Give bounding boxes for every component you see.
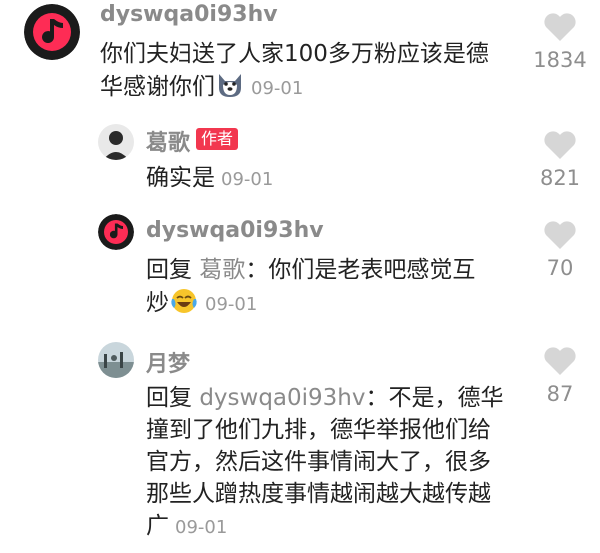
like-count: 821 [539, 166, 581, 190]
avatar[interactable] [98, 214, 134, 250]
comment-username[interactable]: dyswqa0i93hv [146, 218, 324, 243]
comment-text-fragment: 确实是 [146, 165, 215, 191]
person-photo-icon [98, 124, 134, 160]
comment-text-fragment: ：你们是老表吧感觉互 [245, 257, 476, 283]
comment-text-line: 撞到了他们九排，德华举报他们给 [146, 417, 491, 443]
comment-text: 确实是 09-01 [146, 162, 273, 196]
comment-text-line: 官方，然后这件事情闹大了，很多 [146, 449, 491, 475]
comment-text-line: 炒 09-01 [146, 286, 475, 321]
avatar[interactable] [24, 4, 80, 60]
like-button[interactable]: 70 [530, 220, 590, 280]
reply-prefix: 回复 [146, 385, 200, 411]
comment-date: 09-01 [251, 78, 304, 99]
like-button[interactable]: 87 [530, 346, 590, 406]
comment-text-line: 确实是 09-01 [146, 162, 273, 196]
comment-text-fragment: 炒 [146, 290, 169, 316]
comment-item: 葛歌 作者 确实是 09-01 821 [0, 118, 600, 198]
reply-prefix: 回复 [146, 257, 200, 283]
comment-text-fragment: 广 [146, 513, 169, 539]
comment-date: 09-01 [175, 517, 228, 538]
comment-text: 你们夫妇送了人家100多万粉应该是德 华感谢你们 09-01 [100, 38, 489, 105]
reply-mention[interactable]: dyswqa0i93hv [199, 385, 365, 411]
comment-username[interactable]: 葛歌 [146, 125, 190, 157]
avatar[interactable] [98, 342, 134, 378]
music-note-icon [98, 214, 134, 250]
heart-icon [544, 221, 576, 249]
reply-mention[interactable]: 葛歌 [199, 257, 245, 283]
comment-text: 回复 dyswqa0i93hv：不是，德华 撞到了他们九排，德华举报他们给 官方… [146, 382, 504, 544]
landscape-photo-icon [98, 342, 134, 378]
heart-icon [544, 347, 576, 375]
author-badge: 作者 [196, 128, 239, 150]
like-count: 1834 [533, 48, 587, 72]
heart-icon [544, 13, 576, 41]
comment-username[interactable]: dyswqa0i93hv [100, 2, 278, 27]
laughing-crying-emoji [169, 286, 199, 316]
comment-text-line: 那些人蹭热度事情越闹越大越传越 [146, 481, 491, 507]
comment-text: 回复 葛歌：你们是老表吧感觉互 炒 09-01 [146, 254, 475, 321]
comment-text-line: 华感谢你们 09-01 [100, 70, 489, 105]
comment-date: 09-01 [221, 169, 274, 190]
like-count: 87 [546, 382, 574, 406]
comment-date: 09-01 [205, 294, 258, 315]
comment-text-line: 回复 葛歌：你们是老表吧感觉互 [146, 254, 475, 286]
like-button[interactable]: 1834 [530, 12, 590, 72]
heart-icon [544, 131, 576, 159]
comment-item: 月梦 回复 dyswqa0i93hv：不是，德华 撞到了他们九排，德华举报他们给… [0, 340, 600, 553]
comment-text-fragment: ：不是，德华 [365, 385, 504, 411]
comment-text-line: 你们夫妇送了人家100多万粉应该是德 [100, 41, 489, 67]
like-count: 70 [546, 256, 574, 280]
comment-item: dyswqa0i93hv 回复 葛歌：你们是老表吧感觉互 炒 09-01 70 [0, 212, 600, 328]
comment-text-fragment: 华感谢你们 [100, 74, 215, 100]
music-note-icon [24, 4, 80, 60]
like-button[interactable]: 821 [530, 130, 590, 190]
comment-item: dyswqa0i93hv 你们夫妇送了人家100多万粉应该是德 华感谢你们 09-… [0, 0, 600, 110]
comment-text-line: 回复 dyswqa0i93hv：不是，德华 [146, 382, 504, 414]
comment-username[interactable]: 月梦 [146, 346, 190, 378]
avatar[interactable] [98, 124, 134, 160]
husky-dog-emoji [215, 70, 245, 100]
comment-text-line: 广 09-01 [146, 510, 504, 544]
